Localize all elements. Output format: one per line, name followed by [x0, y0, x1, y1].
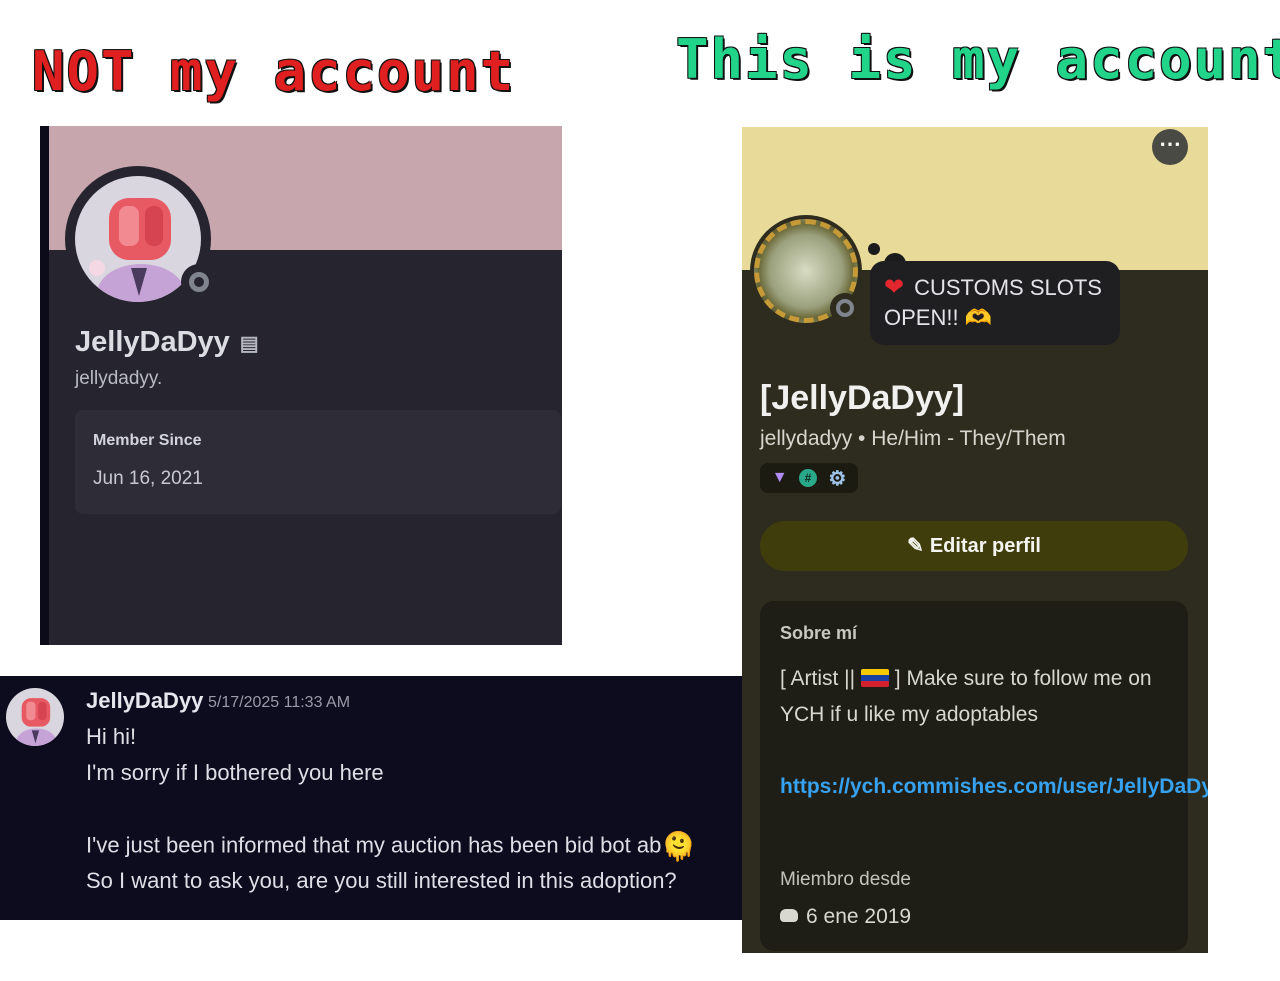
pencil-icon: ✎ [907, 535, 924, 557]
member-since-section: Member Since Jun 16, 2021 [75, 410, 561, 514]
melting-face-icon: 🫠 [661, 831, 697, 862]
about-text-start: [ Artist || [780, 667, 856, 690]
member-since-label: Member Since [93, 432, 202, 449]
badge-row: ▼ # ⚙ [760, 463, 858, 493]
fake-profile-card: JellyDaDyy ▤ jellydadyy. Member Since Jun… [40, 126, 562, 645]
note-icon[interactable]: ▤ [240, 331, 259, 356]
display-name: JellyDaDyy ▤ [75, 326, 259, 359]
custom-status-text: CUSTOMS SLOTS OPEN!! [884, 275, 1102, 330]
discord-icon [780, 909, 798, 922]
member-since-date-text: 6 ene 2019 [806, 905, 912, 928]
display-name: [JellyDaDyy] [760, 379, 965, 417]
about-me-section: Sobre mí [ Artist || ] Make sure to foll… [760, 601, 1208, 951]
offline-status-icon [830, 293, 860, 323]
message-line: So I want to ask you, are you still inte… [86, 868, 677, 893]
avatar-character-icon [16, 698, 57, 746]
username: jellydadyy. [75, 368, 163, 389]
member-since-date: 6 ene 2019 [780, 905, 911, 929]
offline-status-icon [181, 264, 217, 300]
custom-status-bubble[interactable]: ❤ CUSTOMS SLOTS OPEN!! 🫶 [870, 261, 1120, 345]
not-my-account-heading: NOT my account [32, 40, 516, 103]
message-line: I'm sorry if I bothered you here [86, 760, 384, 785]
venezuela-flag-icon [860, 669, 889, 687]
ych-profile-link[interactable]: https://ych.commishes.com/user/JellyDaDy… [780, 769, 1208, 805]
chat-message: JellyDaDyy 5/17/2025 11:33 AM Hi hi! I'm… [0, 676, 742, 920]
avatar[interactable] [65, 166, 217, 312]
gear-badge-icon[interactable]: ⚙ [828, 466, 846, 491]
this-is-my-account-heading: This is my account [676, 28, 1280, 91]
message-timestamp: 5/17/2025 11:33 AM [208, 694, 351, 711]
avatar[interactable] [6, 688, 64, 746]
message-line: I've just been informed that my auction … [86, 830, 696, 863]
hashtag-badge-icon[interactable]: # [798, 469, 817, 487]
nitro-badge-icon[interactable]: ▼ [772, 469, 788, 487]
username-pronouns: jellydadyy • He/Him - They/Them [760, 427, 1066, 450]
about-me-title: Sobre mí [780, 623, 858, 643]
edit-profile-label: Editar perfil [929, 535, 1041, 557]
display-name-text: JellyDaDyy [75, 326, 230, 358]
edit-profile-button[interactable]: ✎ Editar perfil [760, 521, 1188, 571]
member-since-date: Jun 16, 2021 [93, 468, 203, 489]
heart-icon: ❤ [884, 274, 905, 301]
thought-bubble-dot [868, 243, 880, 255]
member-since-label: Miembro desde [780, 869, 911, 890]
real-profile-card: ⋯ ❤ CUSTOMS SLOTS OPEN!! 🫶 [JellyDaDyy] j… [742, 127, 1208, 953]
more-options-icon[interactable]: ⋯ [1152, 129, 1188, 165]
about-me-text: [ Artist || ] Make sure to follow me on … [780, 661, 1180, 733]
message-author[interactable]: JellyDaDyy [86, 688, 203, 714]
heart-hands-icon: 🫶 [964, 305, 993, 330]
message-line-text: I've just been informed that my auction … [86, 832, 662, 858]
message-line: Hi hi! [86, 724, 137, 749]
